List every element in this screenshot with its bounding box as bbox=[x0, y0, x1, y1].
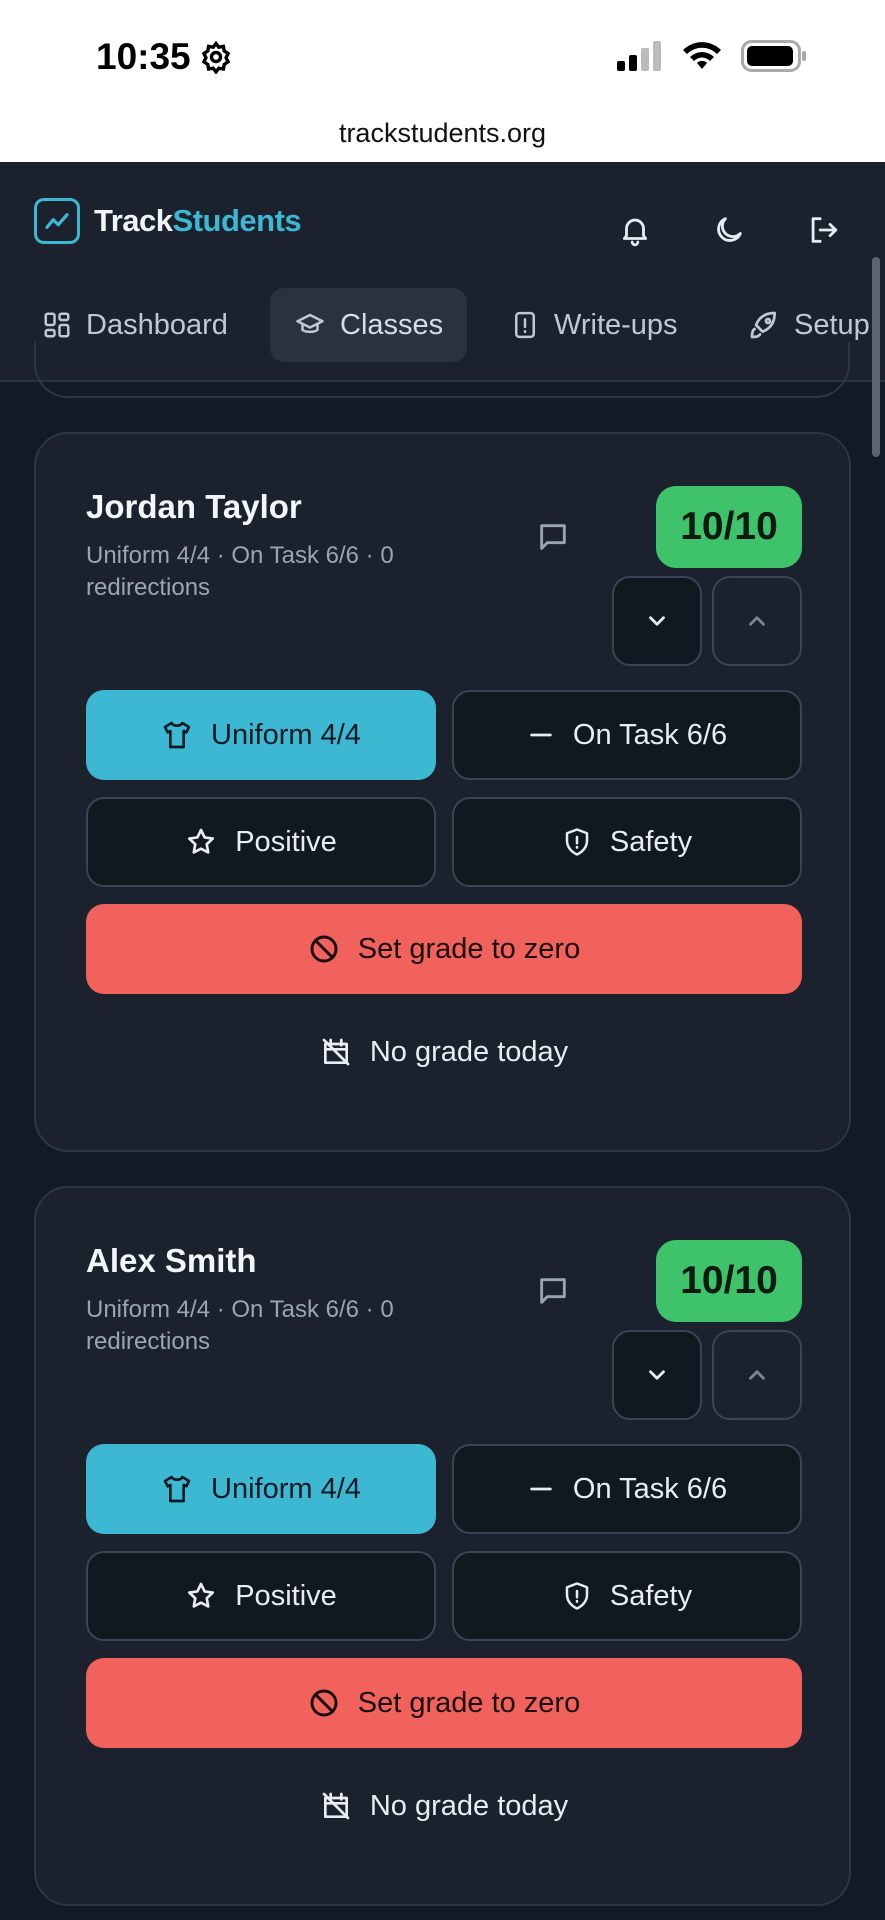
star-icon bbox=[188, 1582, 215, 1608]
uniform-button[interactable]: Uniform 4/4 bbox=[86, 690, 436, 780]
uniform-button[interactable]: Uniform 4/4 bbox=[86, 1444, 436, 1534]
header-actions bbox=[611, 206, 847, 254]
chevron-up-icon bbox=[749, 616, 765, 626]
student-summary: Uniform 4/4 · On Task 6/6 · 0 redirectio… bbox=[86, 542, 394, 601]
no-grade-today-label: No grade today bbox=[369, 1035, 569, 1068]
uniform-label: Uniform 4/4 bbox=[211, 718, 361, 751]
set-grade-zero-button[interactable]: Set grade to zero bbox=[86, 1658, 802, 1748]
on-task-label: On Task 6/6 bbox=[572, 718, 728, 751]
expand-button[interactable] bbox=[612, 576, 702, 666]
scrollbar-thumb[interactable] bbox=[872, 257, 880, 457]
on-task-button[interactable]: On Task 6/6 bbox=[452, 690, 802, 780]
collapse-button[interactable] bbox=[712, 1330, 802, 1420]
student-card: Jordan Taylor Uniform 4/4 · On Task 6/6 … bbox=[34, 432, 851, 1152]
shield-alert-icon bbox=[565, 1582, 589, 1610]
on-task-button[interactable]: On Task 6/6 bbox=[452, 1444, 802, 1534]
comment-icon[interactable] bbox=[530, 514, 576, 560]
no-grade-today-button[interactable]: No grade today bbox=[86, 1768, 802, 1844]
expand-button[interactable] bbox=[612, 1330, 702, 1420]
status-time: 10:35 bbox=[96, 36, 233, 78]
star-icon bbox=[188, 828, 215, 854]
student-summary: Uniform 4/4 · On Task 6/6 · 0 redirectio… bbox=[86, 1296, 394, 1355]
minus-icon bbox=[530, 733, 552, 737]
dashboard-icon bbox=[44, 312, 70, 338]
shield-alert-icon bbox=[565, 828, 589, 856]
status-indicators bbox=[617, 40, 807, 72]
positive-button[interactable]: Positive bbox=[86, 1551, 436, 1641]
status-time-text: 10:35 bbox=[96, 36, 191, 77]
collapse-button[interactable] bbox=[712, 576, 802, 666]
battery-icon bbox=[741, 40, 806, 72]
safety-button[interactable]: Safety bbox=[452, 797, 802, 887]
student-name: Alex Smith bbox=[86, 1242, 257, 1279]
grade-badge: 10/10 bbox=[656, 486, 802, 568]
student-name: Jordan Taylor bbox=[86, 488, 302, 525]
nav-setup-label: Setup bbox=[794, 308, 870, 341]
no-grade-today-button[interactable]: No grade today bbox=[86, 1014, 802, 1090]
graduation-cap-icon bbox=[296, 313, 324, 334]
brand-logo[interactable]: TrackStudents bbox=[34, 198, 302, 244]
positive-button[interactable]: Positive bbox=[86, 797, 436, 887]
no-grade-today-label: No grade today bbox=[369, 1789, 569, 1822]
nav-write-ups-label: Write-ups bbox=[554, 308, 678, 341]
safety-label: Safety bbox=[609, 825, 693, 858]
chevron-down-icon bbox=[649, 616, 665, 626]
ban-icon bbox=[310, 1689, 338, 1717]
nav-classes-label: Classes bbox=[340, 308, 444, 341]
calendar-off-icon bbox=[322, 1792, 350, 1820]
chart-line-icon bbox=[34, 198, 80, 244]
safety-button[interactable]: Safety bbox=[452, 1551, 802, 1641]
minus-icon bbox=[530, 1487, 552, 1491]
settings-gear-icon bbox=[201, 40, 230, 74]
ios-status-bar: 10:35 bbox=[0, 0, 885, 110]
positive-label: Positive bbox=[235, 1579, 337, 1612]
shirt-icon bbox=[163, 1475, 191, 1503]
positive-label: Positive bbox=[235, 825, 337, 858]
wifi-icon bbox=[683, 42, 721, 69]
grade-badge: 10/10 bbox=[656, 1240, 802, 1322]
chevron-down-icon bbox=[649, 1370, 665, 1380]
logout-icon[interactable] bbox=[799, 206, 847, 254]
rocket-icon bbox=[750, 311, 776, 339]
cellular-signal-icon bbox=[617, 41, 661, 71]
previous-card-edge bbox=[34, 342, 850, 398]
student-card: Alex Smith Uniform 4/4 · On Task 6/6 · 0… bbox=[34, 1186, 851, 1906]
browser-url-bar[interactable]: trackstudents.org bbox=[0, 110, 885, 162]
calendar-off-icon bbox=[322, 1038, 350, 1066]
on-task-label: On Task 6/6 bbox=[572, 1472, 728, 1505]
chevron-up-icon bbox=[749, 1370, 765, 1380]
set-grade-zero-button[interactable]: Set grade to zero bbox=[86, 904, 802, 994]
bell-icon[interactable] bbox=[611, 206, 659, 254]
shirt-icon bbox=[163, 721, 191, 749]
comment-icon[interactable] bbox=[530, 1268, 576, 1314]
set-grade-zero-label: Set grade to zero bbox=[357, 932, 581, 965]
brand-name: TrackStudents bbox=[94, 203, 302, 238]
nav-dashboard-label: Dashboard bbox=[86, 308, 228, 341]
safety-label: Safety bbox=[609, 1579, 693, 1612]
uniform-label: Uniform 4/4 bbox=[211, 1472, 361, 1505]
moon-icon[interactable] bbox=[705, 206, 753, 254]
alert-file-icon bbox=[515, 311, 535, 339]
url-text: trackstudents.org bbox=[338, 118, 547, 148]
set-grade-zero-label: Set grade to zero bbox=[357, 1686, 581, 1719]
ban-icon bbox=[310, 935, 338, 963]
